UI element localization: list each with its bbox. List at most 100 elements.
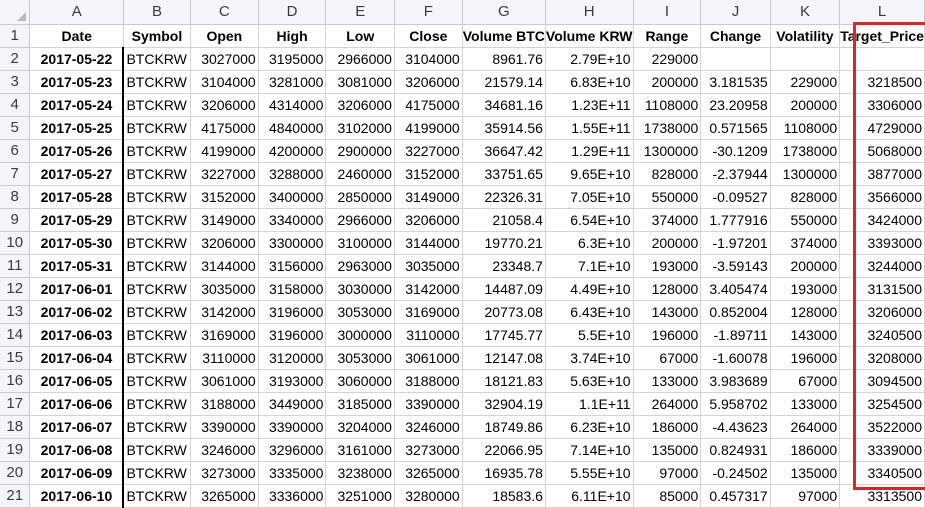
cell-a17[interactable]: 2017-06-06 <box>29 392 125 416</box>
cell-j17[interactable]: 5.958702 <box>700 392 771 416</box>
cell-g19[interactable]: 22066.95 <box>462 438 546 462</box>
cell-d18[interactable]: 3390000 <box>258 415 327 439</box>
cell-c18[interactable]: 3390000 <box>190 415 259 439</box>
cell-g7[interactable]: 33751.65 <box>462 162 546 186</box>
cell-l6[interactable]: 5068000 <box>839 139 925 163</box>
cell-g12[interactable]: 14487.09 <box>462 277 546 301</box>
cell-f16[interactable]: 3188000 <box>394 369 463 393</box>
cell-k10[interactable]: 374000 <box>770 231 841 255</box>
cell-e9[interactable]: 2966000 <box>325 208 395 232</box>
cell-j5[interactable]: 0.571565 <box>700 116 771 140</box>
cell-h19[interactable]: 7.14E+10 <box>545 438 634 462</box>
cell-a20[interactable]: 2017-06-09 <box>29 461 125 485</box>
cell-b17[interactable]: BTCKRW <box>123 392 191 416</box>
cell-b8[interactable]: BTCKRW <box>123 185 191 209</box>
cell-l16[interactable]: 3094500 <box>839 369 925 393</box>
cell-j3[interactable]: 3.181535 <box>700 70 771 94</box>
cell-b9[interactable]: BTCKRW <box>123 208 191 232</box>
cell-g3[interactable]: 21579.14 <box>462 70 546 94</box>
cell-i2[interactable]: 229000 <box>633 47 702 71</box>
row-header[interactable]: 21 <box>0 484 31 508</box>
cell-e20[interactable]: 3238000 <box>325 461 395 485</box>
cell-d10[interactable]: 3300000 <box>258 231 327 255</box>
cell-e3[interactable]: 3081000 <box>325 70 395 94</box>
cell-a11[interactable]: 2017-05-31 <box>29 254 125 278</box>
cell-b7[interactable]: BTCKRW <box>123 162 191 186</box>
cell-c17[interactable]: 3188000 <box>190 392 259 416</box>
cell-c9[interactable]: 3149000 <box>190 208 259 232</box>
cell-l3[interactable]: 3218500 <box>839 70 925 94</box>
cell-a13[interactable]: 2017-06-02 <box>29 300 125 324</box>
cell-g17[interactable]: 32904.19 <box>462 392 546 416</box>
cell-k21[interactable]: 97000 <box>770 484 841 508</box>
row-header[interactable]: 11 <box>0 254 31 278</box>
cell-b19[interactable]: BTCKRW <box>123 438 191 462</box>
cell-l5[interactable]: 4729000 <box>839 116 925 140</box>
cell-a16[interactable]: 2017-06-05 <box>29 369 125 393</box>
cell-c16[interactable]: 3061000 <box>190 369 259 393</box>
cell-j19[interactable]: 0.824931 <box>700 438 771 462</box>
cell-f20[interactable]: 3265000 <box>394 461 463 485</box>
cell-i5[interactable]: 1738000 <box>633 116 702 140</box>
row-header[interactable]: 14 <box>0 323 31 347</box>
cell-f4[interactable]: 4175000 <box>394 93 463 117</box>
cell-j2[interactable] <box>700 47 771 71</box>
row-header[interactable]: 10 <box>0 231 31 255</box>
cell-g6[interactable]: 36647.42 <box>462 139 546 163</box>
cell-i21[interactable]: 85000 <box>633 484 702 508</box>
cell-l18[interactable]: 3522000 <box>839 415 925 439</box>
cell-f5[interactable]: 4199000 <box>394 116 463 140</box>
cell-b2[interactable]: BTCKRW <box>123 47 191 71</box>
row-header[interactable]: 16 <box>0 369 31 393</box>
cell-f21[interactable]: 3280000 <box>394 484 463 508</box>
cell-i17[interactable]: 264000 <box>633 392 702 416</box>
column-header-h[interactable]: H <box>545 0 634 25</box>
cell-c7[interactable]: 3227000 <box>190 162 259 186</box>
cell-j12[interactable]: 3.405474 <box>700 277 771 301</box>
cell-j9[interactable]: 1.777916 <box>700 208 771 232</box>
cell-g14[interactable]: 17745.77 <box>462 323 546 347</box>
cell-d7[interactable]: 3288000 <box>258 162 327 186</box>
cell-i9[interactable]: 374000 <box>633 208 702 232</box>
cell-a8[interactable]: 2017-05-28 <box>29 185 125 209</box>
cell-b18[interactable]: BTCKRW <box>123 415 191 439</box>
select-all-corner[interactable] <box>0 0 31 25</box>
cell-g11[interactable]: 23348.7 <box>462 254 546 278</box>
header-cell-high[interactable]: High <box>258 24 327 48</box>
cell-h15[interactable]: 3.74E+10 <box>545 346 634 370</box>
cell-e10[interactable]: 3100000 <box>325 231 395 255</box>
row-header[interactable]: 2 <box>0 47 31 71</box>
row-header[interactable]: 12 <box>0 277 31 301</box>
cell-g2[interactable]: 8961.76 <box>462 47 546 71</box>
cell-f10[interactable]: 3144000 <box>394 231 463 255</box>
cell-f6[interactable]: 3227000 <box>394 139 463 163</box>
cell-c11[interactable]: 3144000 <box>190 254 259 278</box>
cell-i8[interactable]: 550000 <box>633 185 702 209</box>
cell-i19[interactable]: 135000 <box>633 438 702 462</box>
cell-c2[interactable]: 3027000 <box>190 47 259 71</box>
cell-g5[interactable]: 35914.56 <box>462 116 546 140</box>
cell-f8[interactable]: 3149000 <box>394 185 463 209</box>
cell-i7[interactable]: 828000 <box>633 162 702 186</box>
cell-f2[interactable]: 3104000 <box>394 47 463 71</box>
cell-c13[interactable]: 3142000 <box>190 300 259 324</box>
row-header[interactable]: 1 <box>0 24 31 48</box>
row-header[interactable]: 19 <box>0 438 31 462</box>
cell-d13[interactable]: 3196000 <box>258 300 327 324</box>
cell-k5[interactable]: 1108000 <box>770 116 841 140</box>
cell-b11[interactable]: BTCKRW <box>123 254 191 278</box>
cell-h18[interactable]: 6.23E+10 <box>545 415 634 439</box>
cell-d21[interactable]: 3336000 <box>258 484 327 508</box>
header-cell-close[interactable]: Close <box>394 24 463 48</box>
cell-l8[interactable]: 3566000 <box>839 185 925 209</box>
cell-e4[interactable]: 3206000 <box>325 93 395 117</box>
cell-k4[interactable]: 200000 <box>770 93 841 117</box>
cell-g13[interactable]: 20773.08 <box>462 300 546 324</box>
cell-j18[interactable]: -4.43623 <box>700 415 771 439</box>
cell-b13[interactable]: BTCKRW <box>123 300 191 324</box>
cell-c3[interactable]: 3104000 <box>190 70 259 94</box>
column-header-e[interactable]: E <box>325 0 395 25</box>
cell-i3[interactable]: 200000 <box>633 70 702 94</box>
cell-h5[interactable]: 1.55E+11 <box>545 116 634 140</box>
cell-j15[interactable]: -1.60078 <box>700 346 771 370</box>
